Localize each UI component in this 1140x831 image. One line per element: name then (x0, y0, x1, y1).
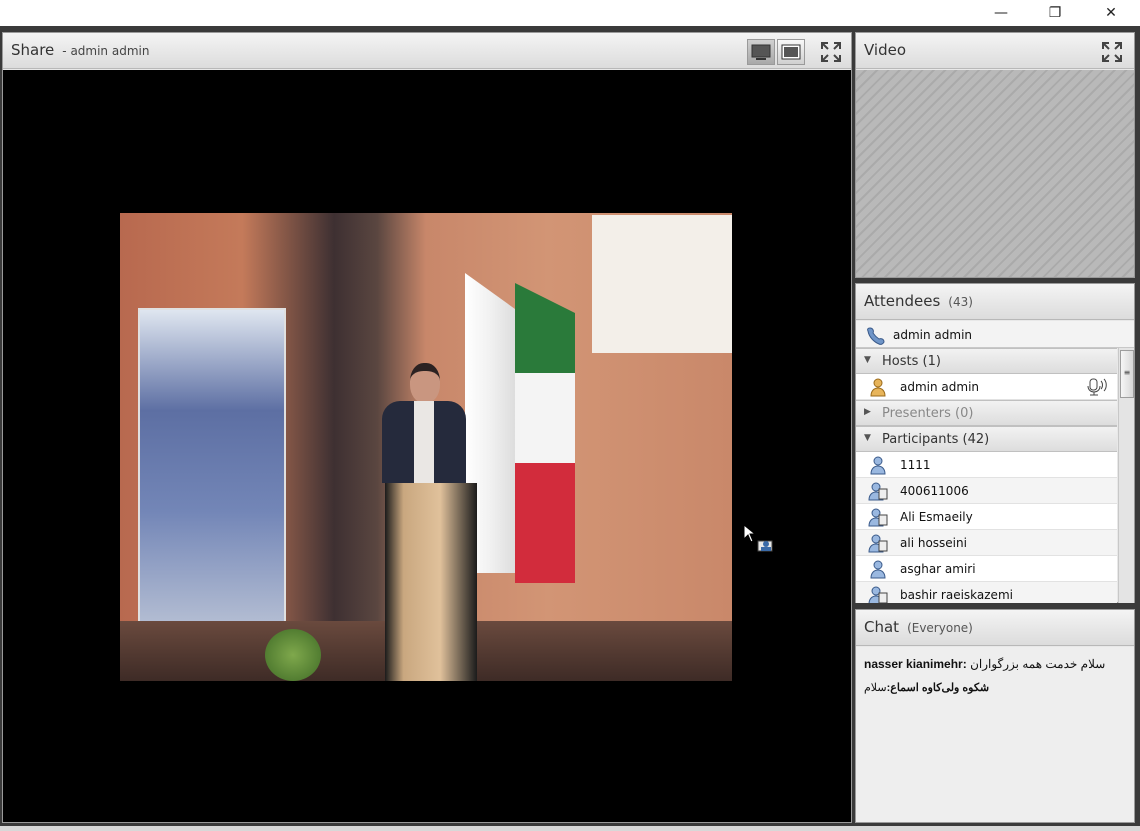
participant-device-icon (868, 586, 888, 603)
speaker-head (410, 363, 440, 403)
projector-screen (592, 215, 732, 353)
restore-button[interactable]: ❐ (1032, 0, 1078, 26)
my-status-row[interactable]: admin admin (856, 321, 1134, 348)
fullscreen-icon (821, 42, 841, 62)
chat-pod: Chat (Everyone) nasser kianimehr: سلام خد… (855, 609, 1135, 823)
video-fullscreen-button[interactable] (1098, 39, 1126, 65)
share-pod-title: Share - admin admin (11, 41, 149, 59)
window-titlebar: — ❐ ✕ (0, 0, 1140, 26)
chat-pod-title: Chat (Everyone) (864, 618, 973, 636)
speaker (382, 363, 466, 483)
speaker-body (382, 401, 466, 483)
attendees-title-text: Attendees (864, 292, 941, 310)
iran-flag (515, 283, 575, 583)
host-row[interactable]: admin admin (856, 374, 1117, 400)
chat-message: شکوه ولی‌کاوه اسماع:سلام (864, 681, 1126, 705)
microphone-active-icon (1087, 378, 1107, 396)
chat-title-text: Chat (864, 618, 900, 636)
chat-messages: nasser kianimehr: سلام خدمت همه بزرگوارا… (856, 647, 1134, 822)
participant-device-icon (868, 508, 888, 527)
share-fullscreen-button[interactable] (817, 39, 845, 65)
presenters-section-header[interactable]: ▶ Presenters (0) (856, 400, 1117, 426)
chat-sender: nasser kianimehr: (864, 657, 967, 671)
collapsed-triangle-icon: ▶ (864, 407, 871, 417)
podium (385, 483, 477, 681)
hosts-label: Hosts (1) (882, 354, 941, 369)
attendees-pod: Attendees (43) admin admin ▼ Hosts (1) ad… (855, 283, 1135, 603)
share-presenter-text: - admin admin (62, 44, 150, 58)
participants-section-header[interactable]: ▼ Participants (42) (856, 426, 1117, 452)
fit-to-window-button[interactable] (747, 39, 775, 65)
participant-row[interactable]: bashir raeiskazemi (856, 582, 1117, 603)
restore-icon: ❐ (1048, 5, 1062, 21)
chat-audience[interactable]: (Everyone) (907, 621, 973, 635)
participant-device-icon (868, 534, 888, 553)
attendees-pod-header: Attendees (43) (856, 284, 1134, 320)
host-name: admin admin (900, 380, 980, 394)
chat-text: سلام خدمت همه بزرگواران (966, 657, 1106, 671)
minimize-button[interactable]: — (978, 0, 1024, 26)
presenters-label: Presenters (0) (882, 406, 974, 421)
video-pod: Video (855, 32, 1135, 278)
remote-cursor-icon (743, 524, 773, 552)
share-pod-header: Share - admin admin (3, 33, 851, 69)
chat-sender: شکوه ولی‌کاوه اسماع: (886, 682, 990, 694)
participant-icon (870, 456, 886, 475)
participant-row[interactable]: asghar amiri (856, 556, 1117, 582)
fullscreen-icon (1102, 42, 1122, 62)
hosts-section-header[interactable]: ▼ Hosts (1) (856, 348, 1117, 374)
plant (265, 629, 321, 681)
attendees-pod-title: Attendees (43) (864, 292, 973, 310)
close-button[interactable]: ✕ (1088, 0, 1134, 26)
chat-pod-header: Chat (Everyone) (856, 610, 1134, 646)
share-stage (3, 70, 851, 822)
participant-name: 1111 (900, 458, 931, 472)
participant-name: Ali Esmaeily (900, 510, 973, 524)
chat-message: nasser kianimehr: سلام خدمت همه بزرگوارا… (864, 657, 1126, 681)
participants-list: 1111 400611006 Ali Esmaeily ali hosseini… (856, 452, 1117, 603)
participant-device-icon (868, 482, 888, 501)
actual-size-icon (781, 44, 801, 60)
participant-name: 400611006 (900, 484, 969, 498)
participants-label: Participants (42) (882, 432, 990, 447)
phone-connection-icon (867, 327, 885, 345)
scrollbar-thumb[interactable]: ≡ (1120, 350, 1134, 398)
participant-row[interactable]: ali hosseini (856, 530, 1117, 556)
chat-text: سلام (864, 682, 887, 694)
share-pod: Share - admin admin (2, 32, 852, 823)
video-area (856, 70, 1134, 277)
close-icon: ✕ (1105, 5, 1117, 21)
video-pod-header: Video (856, 33, 1134, 69)
attendees-count: (43) (948, 295, 973, 309)
participant-row[interactable]: Ali Esmaeily (856, 504, 1117, 530)
bottom-status-bar (0, 826, 1140, 831)
my-name: admin admin (893, 328, 973, 342)
share-title-text: Share (11, 41, 55, 59)
video-pod-title: Video (864, 41, 907, 59)
fit-to-window-icon (751, 44, 771, 60)
participant-name: ali hosseini (900, 536, 967, 550)
expanded-triangle-icon: ▼ (864, 433, 871, 443)
shared-video-frame (120, 213, 732, 681)
minimize-icon: — (994, 5, 1008, 21)
participant-icon (870, 560, 886, 579)
participant-row[interactable]: 400611006 (856, 478, 1117, 504)
conference-banner (138, 308, 286, 648)
expanded-triangle-icon: ▼ (864, 355, 871, 365)
participant-name: asghar amiri (900, 562, 976, 576)
participant-row[interactable]: 1111 (856, 452, 1117, 478)
host-icon (870, 378, 886, 397)
actual-size-button[interactable] (777, 39, 805, 65)
participant-name: bashir raeiskazemi (900, 588, 1013, 602)
attendees-scrollbar[interactable]: ≡ (1118, 348, 1134, 603)
